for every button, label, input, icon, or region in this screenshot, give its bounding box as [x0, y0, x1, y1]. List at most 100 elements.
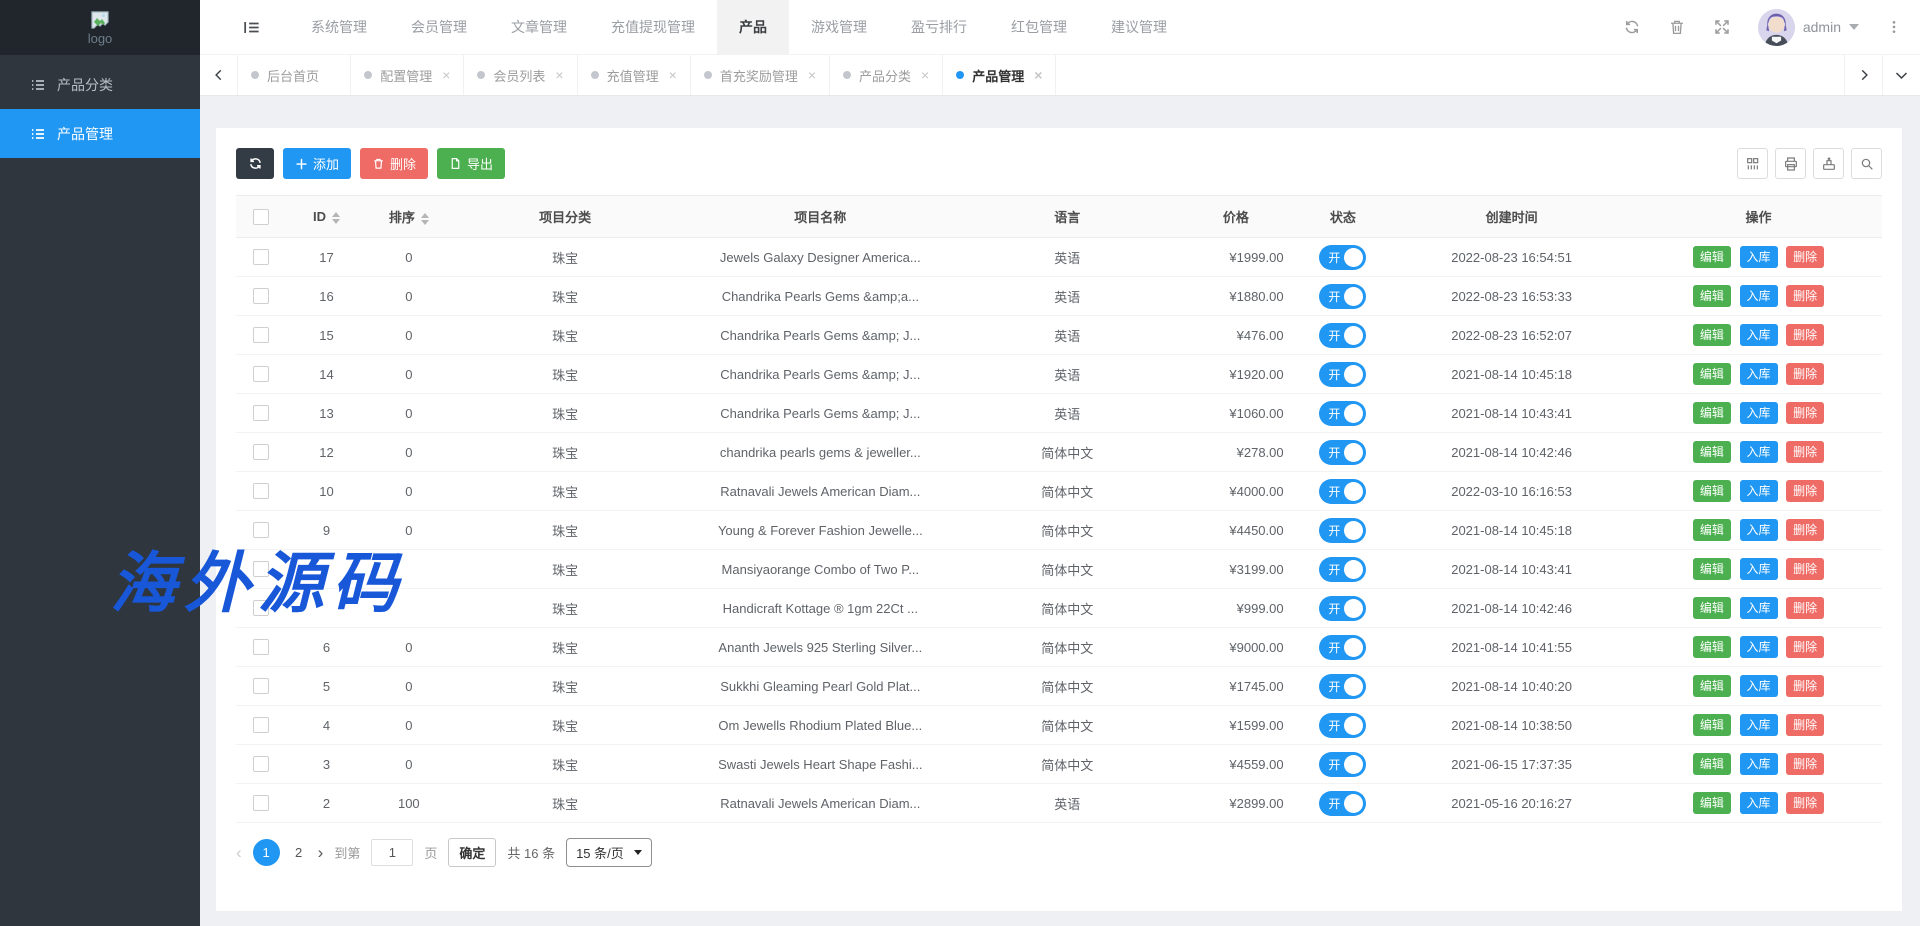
row-checkbox[interactable] [253, 522, 269, 538]
sidebar-item[interactable]: 产品管理 [0, 109, 200, 158]
row-delete-button[interactable]: 删除 [1786, 246, 1824, 268]
pagination-page[interactable]: 1 [253, 839, 280, 866]
edit-button[interactable]: 编辑 [1693, 402, 1731, 424]
status-toggle[interactable]: 开 [1319, 752, 1366, 777]
refresh-button[interactable] [236, 148, 274, 179]
stock-in-button[interactable]: 入库 [1740, 519, 1778, 541]
row-checkbox[interactable] [253, 639, 269, 655]
tab-close-icon[interactable]: × [921, 68, 929, 82]
edit-button[interactable]: 编辑 [1693, 246, 1731, 268]
status-toggle[interactable]: 开 [1319, 635, 1366, 660]
stock-in-button[interactable]: 入库 [1740, 363, 1778, 385]
select-all-checkbox[interactable] [253, 209, 269, 225]
row-delete-button[interactable]: 删除 [1786, 558, 1824, 580]
tab[interactable]: 产品分类 × [830, 55, 943, 95]
row-checkbox[interactable] [253, 678, 269, 694]
tab-close-icon[interactable]: × [555, 68, 563, 82]
status-toggle[interactable]: 开 [1319, 479, 1366, 504]
sort-icon[interactable] [421, 213, 429, 225]
user-menu[interactable]: admin [1758, 9, 1859, 46]
stock-in-button[interactable]: 入库 [1740, 441, 1778, 463]
edit-button[interactable]: 编辑 [1693, 714, 1731, 736]
delete-button[interactable]: 删除 [360, 148, 428, 179]
row-checkbox[interactable] [253, 756, 269, 772]
row-delete-button[interactable]: 删除 [1786, 402, 1824, 424]
add-button[interactable]: ＋添加 [283, 148, 351, 179]
tab-close-icon[interactable]: × [1034, 68, 1042, 82]
top-menu-item[interactable]: 盈亏排行 [889, 0, 989, 55]
edit-button[interactable]: 编辑 [1693, 480, 1731, 502]
edit-button[interactable]: 编辑 [1693, 519, 1731, 541]
top-menu-item[interactable]: 文章管理 [489, 0, 589, 55]
stock-in-button[interactable]: 入库 [1740, 675, 1778, 697]
tab-close-icon[interactable]: × [808, 68, 816, 82]
tabs-scroll-left-icon[interactable] [200, 55, 238, 95]
status-toggle[interactable]: 开 [1319, 323, 1366, 348]
sidebar-item[interactable]: 产品分类 [0, 60, 200, 109]
row-delete-button[interactable]: 删除 [1786, 480, 1824, 502]
stock-in-button[interactable]: 入库 [1740, 402, 1778, 424]
pagination-next-icon[interactable]: › [318, 843, 324, 863]
row-checkbox[interactable] [253, 444, 269, 460]
row-delete-button[interactable]: 删除 [1786, 519, 1824, 541]
tabs-scroll-right-icon[interactable] [1844, 55, 1882, 95]
export-button[interactable]: 导出 [437, 148, 505, 179]
sidebar-toggle-icon[interactable] [242, 18, 261, 37]
tab[interactable]: 后台首页 × [238, 55, 351, 95]
pagination-page[interactable]: 2 [291, 845, 307, 860]
top-menu-item[interactable]: 充值提现管理 [589, 0, 717, 55]
top-menu-item[interactable]: 建议管理 [1089, 0, 1189, 55]
avatar[interactable] [1758, 9, 1795, 46]
print-icon[interactable] [1775, 148, 1806, 179]
stock-in-button[interactable]: 入库 [1740, 285, 1778, 307]
tab[interactable]: 配置管理 × [351, 55, 464, 95]
stock-in-button[interactable]: 入库 [1740, 792, 1778, 814]
top-menu-item[interactable]: 系统管理 [289, 0, 389, 55]
status-toggle[interactable]: 开 [1319, 674, 1366, 699]
edit-button[interactable]: 编辑 [1693, 753, 1731, 775]
stock-in-button[interactable]: 入库 [1740, 558, 1778, 580]
row-delete-button[interactable]: 删除 [1786, 675, 1824, 697]
top-menu-item[interactable]: 红包管理 [989, 0, 1089, 55]
row-delete-button[interactable]: 删除 [1786, 441, 1824, 463]
top-menu-item[interactable]: 会员管理 [389, 0, 489, 55]
row-delete-button[interactable]: 删除 [1786, 714, 1824, 736]
top-menu-item[interactable]: 产品 [717, 0, 789, 55]
trash-icon[interactable] [1668, 18, 1686, 36]
row-checkbox[interactable] [253, 405, 269, 421]
columns-icon[interactable] [1737, 148, 1768, 179]
row-checkbox[interactable] [253, 717, 269, 733]
row-checkbox[interactable] [253, 795, 269, 811]
row-checkbox[interactable] [253, 249, 269, 265]
pagination-prev-icon[interactable]: ‹ [236, 843, 242, 863]
stock-in-button[interactable]: 入库 [1740, 753, 1778, 775]
stock-in-button[interactable]: 入库 [1740, 480, 1778, 502]
edit-button[interactable]: 编辑 [1693, 363, 1731, 385]
row-delete-button[interactable]: 删除 [1786, 792, 1824, 814]
row-delete-button[interactable]: 删除 [1786, 285, 1824, 307]
more-vertical-icon[interactable] [1886, 18, 1902, 36]
edit-button[interactable]: 编辑 [1693, 675, 1731, 697]
tab[interactable]: 会员列表 × [464, 55, 577, 95]
row-delete-button[interactable]: 删除 [1786, 597, 1824, 619]
status-toggle[interactable]: 开 [1319, 596, 1366, 621]
stock-in-button[interactable]: 入库 [1740, 597, 1778, 619]
row-checkbox[interactable] [253, 327, 269, 343]
row-checkbox[interactable] [253, 288, 269, 304]
row-checkbox[interactable] [253, 561, 269, 577]
tab[interactable]: 充值管理 × [578, 55, 691, 95]
row-delete-button[interactable]: 删除 [1786, 753, 1824, 775]
status-toggle[interactable]: 开 [1319, 791, 1366, 816]
edit-button[interactable]: 编辑 [1693, 597, 1731, 619]
goto-confirm-button[interactable]: 确定 [448, 838, 496, 867]
tab[interactable]: 首充奖励管理 × [691, 55, 830, 95]
row-delete-button[interactable]: 删除 [1786, 324, 1824, 346]
edit-button[interactable]: 编辑 [1693, 324, 1731, 346]
status-toggle[interactable]: 开 [1319, 245, 1366, 270]
row-checkbox[interactable] [253, 600, 269, 616]
stock-in-button[interactable]: 入库 [1740, 714, 1778, 736]
status-toggle[interactable]: 开 [1319, 284, 1366, 309]
status-toggle[interactable]: 开 [1319, 401, 1366, 426]
status-toggle[interactable]: 开 [1319, 557, 1366, 582]
refresh-icon[interactable] [1623, 18, 1641, 36]
